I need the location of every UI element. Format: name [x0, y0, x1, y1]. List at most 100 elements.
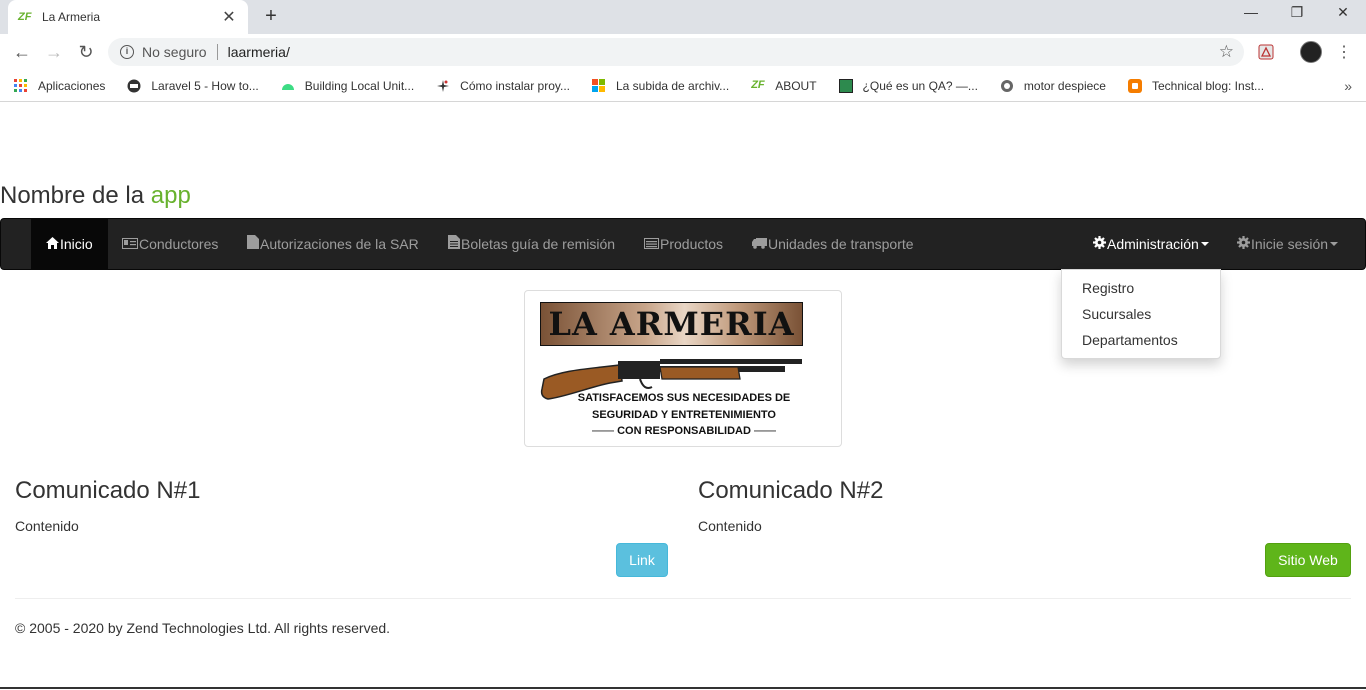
nav-conductores[interactable]: Conductores	[122, 219, 218, 269]
link-button[interactable]: Link	[616, 543, 668, 577]
communique-2: Comunicado N#2 Contenido	[698, 477, 883, 534]
more-bookmarks-icon[interactable]: »	[1344, 78, 1352, 94]
nav-label: Unidades de transporte	[768, 236, 914, 252]
minimize-button[interactable]: —	[1228, 4, 1274, 20]
home-icon	[46, 219, 59, 269]
new-tab-button[interactable]: +	[260, 5, 282, 28]
list-icon	[644, 219, 659, 269]
url-text[interactable]: laarmeria/	[228, 44, 290, 60]
bookmark-label: ¿Qué es un QA? —...	[862, 78, 978, 93]
nav-administracion[interactable]: Administración	[1093, 219, 1209, 269]
logo-banner: LA ARMERIA	[540, 302, 803, 346]
nav-autorizaciones[interactable]: Autorizaciones de la SAR	[247, 219, 419, 269]
windows-icon	[592, 78, 605, 92]
nav-unidades[interactable]: Unidades de transporte	[752, 219, 914, 269]
app-title-prefix: Nombre de la	[0, 182, 151, 209]
laravel-icon	[127, 79, 141, 92]
pdf-extension-icon[interactable]	[1258, 44, 1274, 60]
bookmark-que-es-qa[interactable]: ¿Qué es un QA? —...	[838, 78, 978, 93]
tab-title: La Armeria	[42, 10, 101, 24]
blogger-icon	[1127, 78, 1142, 93]
zf-icon: ZF	[751, 78, 765, 91]
bookmark-building-local[interactable]: Building Local Unit...	[281, 79, 414, 93]
profile-avatar[interactable]	[1300, 41, 1322, 63]
browser-toolbar: ← → ↻ i No seguro laarmeria/ ☆ ⋮	[0, 34, 1366, 70]
nav-label: Inicie sesión	[1251, 236, 1329, 252]
nav-label: Boletas guía de remisión	[461, 236, 616, 252]
nav-label: Autorizaciones de la SAR	[260, 236, 419, 252]
bookmark-star-icon[interactable]: ☆	[1219, 42, 1234, 62]
communique-1: Comunicado N#1 Contenido	[15, 477, 200, 534]
dropdown-item-registro[interactable]: Registro	[1062, 275, 1220, 301]
id-card-icon	[122, 219, 138, 269]
bookmark-label: Laravel 5 - How to...	[151, 78, 259, 93]
nav-label: Productos	[660, 236, 724, 252]
reload-button[interactable]: ↻	[72, 38, 100, 66]
nav-label: Administración	[1107, 236, 1199, 252]
sitio-web-button[interactable]: Sitio Web	[1265, 543, 1351, 577]
bookmark-subida-archivos[interactable]: La subida de archiv...	[592, 78, 730, 93]
bookmark-technical-blog[interactable]: Technical blog: Inst...	[1127, 78, 1265, 93]
logo-tagline-2: SEGURIDAD Y ENTRETENIMIENTO	[592, 409, 776, 421]
administracion-dropdown: Registro Sucursales Departamentos	[1061, 269, 1221, 359]
nav-label: Inicio	[60, 236, 93, 252]
bookmark-label: ABOUT	[775, 78, 817, 93]
back-button[interactable]: ←	[8, 38, 36, 66]
bookmark-about[interactable]: ZF ABOUT	[751, 79, 816, 93]
footer-divider	[15, 598, 1351, 599]
nav-inicio[interactable]: Inicio	[31, 219, 108, 269]
communique-title: Comunicado N#1	[15, 477, 201, 504]
forward-button[interactable]: →	[40, 38, 68, 66]
footer-text: © 2005 - 2020 by Zend Technologies Ltd. …	[15, 620, 391, 636]
logo-image: LA ARMERIA SATISFACEMOS SUS NECESIDADES …	[524, 290, 842, 447]
bookmark-label: Cómo instalar proy...	[460, 78, 570, 93]
logo-tagline-3: —— CON RESPONSABILIDAD ——	[592, 425, 776, 437]
close-tab-icon[interactable]: ✕	[220, 7, 238, 27]
truck-icon	[752, 219, 767, 269]
more-menu-icon[interactable]: ⋮	[1336, 42, 1352, 62]
communique-title: Comunicado N#2	[698, 477, 884, 504]
address-bar[interactable]: i No seguro laarmeria/ ☆	[108, 38, 1244, 66]
bookmark-label: La subida de archiv...	[616, 78, 730, 93]
omnibox-separator	[216, 44, 218, 60]
bookmark-label: Building Local Unit...	[304, 78, 415, 93]
star-burst-icon	[437, 79, 450, 92]
nav-boletas[interactable]: Boletas guía de remisión	[448, 219, 615, 269]
bottom-border	[0, 687, 1366, 689]
file-icon	[247, 219, 259, 269]
app-title-accent: app	[150, 182, 191, 209]
main-navbar: Inicio Conductores Autorizaciones de la …	[0, 218, 1366, 270]
globe-icon	[1000, 79, 1013, 92]
info-icon[interactable]: i	[120, 45, 134, 59]
security-label: No seguro	[142, 44, 207, 60]
bookmark-aplicaciones[interactable]: Aplicaciones	[14, 78, 106, 93]
gear-icon	[1237, 219, 1250, 269]
logo-tagline-3-text: CON RESPONSABILIDAD	[617, 425, 751, 437]
gear-icon	[1093, 219, 1106, 269]
bookmark-label: Technical blog: Inst...	[1151, 78, 1265, 93]
bookmark-label: Aplicaciones	[38, 78, 106, 93]
file-text-icon	[448, 219, 460, 269]
chevron-down-icon	[1330, 242, 1339, 246]
browser-tab[interactable]: ZF La Armeria ✕	[8, 0, 248, 34]
bookmark-laravel[interactable]: Laravel 5 - How to...	[127, 78, 259, 93]
chevron-down-icon	[1200, 242, 1209, 246]
apps-grid-icon	[14, 78, 27, 92]
bookmark-como-instalar[interactable]: Cómo instalar proy...	[436, 79, 570, 93]
android-icon	[281, 83, 294, 90]
green-square-icon	[838, 78, 853, 93]
close-window-button[interactable]: ✕	[1320, 4, 1366, 21]
page-content: Nombre de la app Inicio Conductores Auto…	[0, 102, 1366, 689]
app-title: Nombre de la app	[0, 182, 191, 210]
logo-name: LA ARMERIA	[548, 305, 795, 343]
bookmarks-bar: Aplicaciones Laravel 5 - How to... Build…	[0, 70, 1366, 102]
restore-button[interactable]: ❐	[1274, 4, 1320, 21]
dropdown-item-departamentos[interactable]: Departamentos	[1062, 327, 1220, 353]
tab-strip: ZF La Armeria ✕ + — ❐ ✕	[0, 0, 1366, 34]
dropdown-item-sucursales[interactable]: Sucursales	[1062, 301, 1220, 327]
nav-inicie-sesion[interactable]: Inicie sesión	[1237, 219, 1339, 269]
communique-content: Contenido	[698, 518, 762, 534]
bookmark-motor-despiece[interactable]: motor despiece	[1000, 79, 1106, 93]
bookmark-label: motor despiece	[1023, 78, 1106, 93]
nav-productos[interactable]: Productos	[644, 219, 723, 269]
